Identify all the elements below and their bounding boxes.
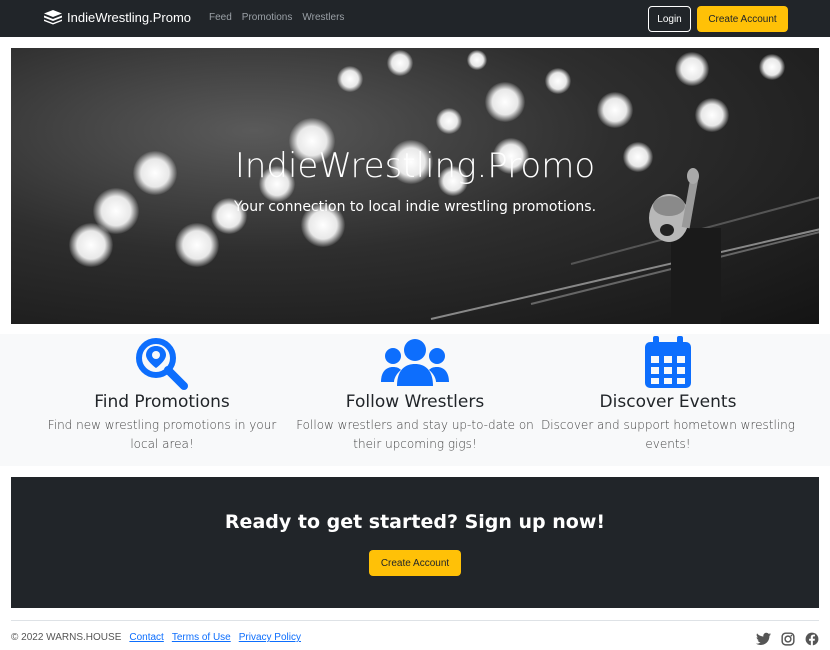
calendar-icon (645, 336, 691, 388)
feature-title: Find Promotions (94, 392, 230, 412)
footer-link-privacy[interactable]: Privacy Policy (239, 632, 301, 643)
cta-title: Ready to get started? Sign up now! (224, 511, 606, 533)
feature-text: Discover and support hometown wrestling … (541, 418, 795, 451)
nav-links: Feed Promotions Wrestlers (209, 12, 344, 23)
navbar: IndieWrestling.Promo Feed Promotions Wre… (0, 0, 830, 37)
footer-divider (11, 620, 819, 621)
feature-title: Discover Events (599, 392, 737, 412)
create-account-button[interactable]: Create Account (697, 6, 788, 32)
footer: © 2022 WARNS.HOUSE Contact Terms of Use … (11, 632, 301, 643)
search-location-icon (136, 338, 188, 390)
feature-title: Follow Wrestlers (345, 392, 485, 412)
feature-text: Follow wrestlers and stay up-to-date on … (296, 418, 534, 451)
feature-text: Find new wrestling promotions in your lo… (47, 418, 277, 451)
hero-banner: IndieWrestling.Promo Your connection to … (11, 48, 819, 324)
cta-create-account-button[interactable]: Create Account (369, 550, 461, 576)
hero-title: IndieWrestling.Promo (234, 146, 596, 186)
twitter-icon[interactable] (756, 632, 771, 646)
footer-link-contact[interactable]: Contact (129, 632, 163, 643)
signup-cta: Ready to get started? Sign up now! Creat… (11, 477, 819, 608)
users-icon (381, 339, 449, 386)
feature-discover-events: Discover Events Discover and support hom… (538, 334, 798, 454)
login-button[interactable]: Login (648, 6, 691, 32)
features-section: Find Promotions Find new wrestling promo… (0, 334, 830, 466)
wrestler-photo (649, 168, 721, 324)
instagram-icon[interactable] (781, 632, 795, 646)
feature-follow-wrestlers: Follow Wrestlers Follow wrestlers and st… (285, 334, 545, 454)
nav-promotions[interactable]: Promotions (242, 12, 293, 23)
feature-find-promotions: Find Promotions Find new wrestling promo… (32, 334, 292, 454)
facebook-icon[interactable] (805, 632, 819, 646)
brand-link[interactable]: IndieWrestling.Promo (43, 9, 191, 25)
nav-wrestlers[interactable]: Wrestlers (302, 12, 344, 23)
nav-feed[interactable]: Feed (209, 12, 232, 23)
wrestling-ring-icon (44, 10, 62, 25)
hero-subtitle: Your connection to local indie wrestling… (233, 199, 597, 215)
copyright: © 2022 WARNS.HOUSE (11, 632, 122, 643)
brand-name: IndieWrestling.Promo (67, 9, 192, 25)
footer-link-terms[interactable]: Terms of Use (172, 632, 231, 643)
